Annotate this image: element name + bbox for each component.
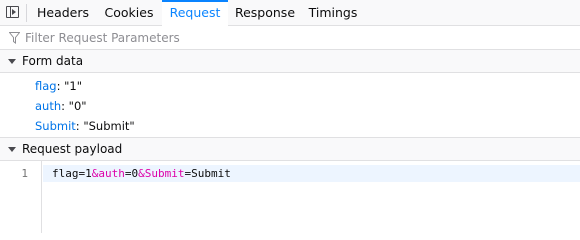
param-key: Submit	[35, 119, 76, 133]
param-separator: :	[61, 99, 69, 113]
param-key: flag	[35, 79, 57, 93]
param-row-submit[interactable]: Submit: "Submit"	[35, 116, 135, 136]
payload-token: =Submit	[184, 167, 231, 180]
filter-bar	[0, 26, 580, 50]
payload-token: =0	[124, 167, 139, 180]
tab-cookies[interactable]: Cookies	[98, 0, 160, 26]
tab-request[interactable]: Request	[162, 0, 228, 26]
active-code-line[interactable]: flag=1&auth=0&Submit=Submit	[43, 165, 580, 182]
tab-headers[interactable]: Headers	[30, 0, 96, 26]
payload-editor[interactable]: 1 flag=1&auth=0&Submit=Submit	[0, 161, 580, 233]
tab-separator	[26, 4, 27, 22]
tab-response[interactable]: Response	[230, 0, 300, 26]
param-key: auth	[35, 99, 62, 113]
request-payload-title: Request payload	[22, 142, 123, 156]
request-payload-header[interactable]: Request payload	[0, 137, 580, 161]
details-tab-bar: Headers Cookies Request Response Timings	[0, 0, 580, 26]
toggle-divider	[10, 7, 11, 17]
param-value: "1"	[64, 79, 83, 93]
toggle-arrow	[12, 9, 16, 15]
filter-icon	[9, 32, 20, 44]
param-value: "0"	[68, 99, 87, 113]
payload-text[interactable]: flag=1&auth=0&Submit=Submit	[52, 165, 231, 182]
form-data-header[interactable]: Form data	[0, 50, 580, 73]
param-value: "Submit"	[83, 119, 135, 133]
tab-timings[interactable]: Timings	[302, 0, 364, 26]
payload-token: &Submit	[138, 167, 185, 180]
param-row-flag[interactable]: flag: "1"	[35, 76, 82, 96]
chevron-down-icon[interactable]	[8, 147, 16, 152]
payload-token: flag=1	[52, 167, 92, 180]
payload-token: &auth	[91, 167, 125, 180]
form-data-title: Form data	[22, 54, 84, 68]
sidebar-toggle-icon[interactable]	[6, 6, 19, 18]
line-gutter: 1	[0, 161, 42, 233]
chevron-down-icon[interactable]	[8, 59, 16, 64]
line-number: 1	[21, 167, 28, 180]
param-separator: :	[56, 79, 65, 93]
param-row-auth[interactable]: auth: "0"	[35, 96, 87, 116]
filter-input[interactable]	[25, 29, 565, 47]
